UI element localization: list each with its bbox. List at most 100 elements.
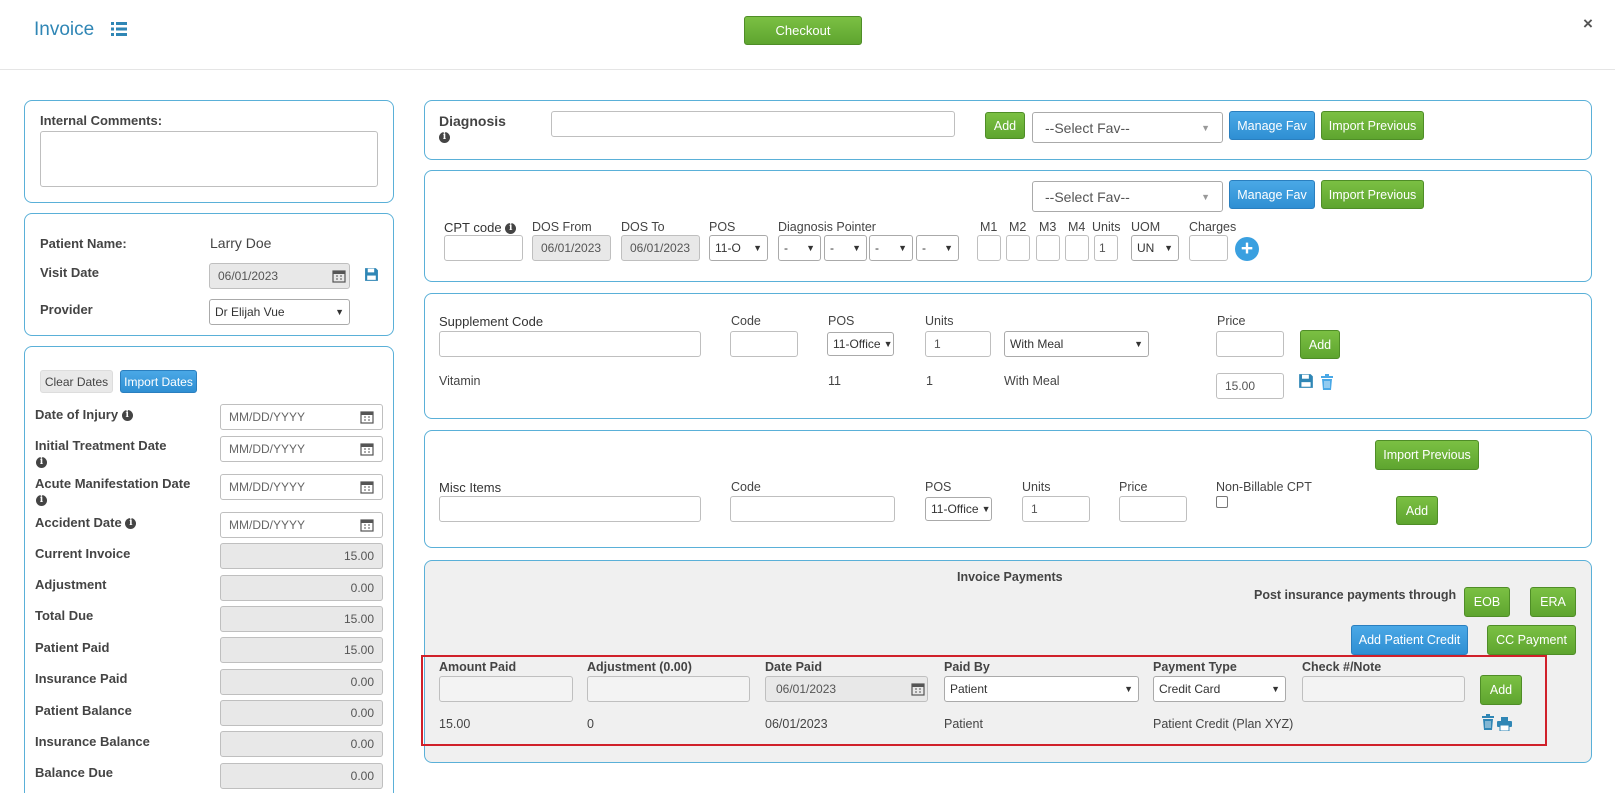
chevron-down-icon: ▼ (1271, 684, 1280, 694)
clear-dates-button[interactable]: Clear Dates (40, 370, 113, 393)
supplement-units-input[interactable]: 1 (925, 331, 991, 357)
chevron-down-icon: ▼ (1124, 684, 1133, 694)
eob-button[interactable]: EOB (1464, 587, 1510, 617)
supplement-pos-select[interactable]: 11-Office ▼ (827, 332, 894, 356)
cpt-units-input[interactable]: 1 (1094, 235, 1118, 261)
trash-icon[interactable] (1320, 374, 1334, 390)
accident-date-input[interactable]: MM/DD/YYYY (220, 512, 383, 538)
supplement-code-input[interactable] (439, 331, 701, 357)
initial-treatment-input[interactable]: MM/DD/YYYY (220, 436, 383, 462)
balance-due-value: 0.00 (220, 763, 383, 789)
paid-by-select[interactable]: Patient ▼ (944, 676, 1139, 702)
date-of-injury-input[interactable]: MM/DD/YYYY (220, 404, 383, 430)
diagnosis-input[interactable] (551, 111, 955, 137)
m1-input[interactable] (977, 235, 1001, 261)
misc-items-input[interactable] (439, 496, 701, 522)
supplement-price-input[interactable] (1216, 331, 1284, 357)
diagnosis-add-button[interactable]: Add (985, 112, 1025, 139)
calendar-icon[interactable] (360, 518, 374, 532)
payment-row-adjustment: 0 (587, 717, 594, 731)
info-icon[interactable]: i (36, 495, 47, 506)
payment-type-select[interactable]: Credit Card ▼ (1153, 676, 1286, 702)
date-paid-label: Date Paid (765, 660, 822, 674)
comments-label: Internal Comments: (40, 113, 163, 128)
post-insurance-label: Post insurance payments through (1254, 588, 1457, 602)
calendar-icon[interactable] (360, 480, 374, 494)
cpt-fav-select[interactable]: --Select Fav-- ▼ (1032, 181, 1223, 212)
calendar-icon[interactable] (332, 269, 346, 283)
dos-from-input[interactable]: 06/01/2023 (532, 235, 611, 261)
amount-paid-input[interactable] (439, 676, 573, 702)
save-icon[interactable] (1298, 373, 1314, 389)
provider-select[interactable]: Dr Elijah Vue ▼ (209, 299, 350, 325)
supplement-code2-input[interactable] (730, 331, 798, 357)
info-icon[interactable]: i (125, 518, 137, 530)
payment-adjustment-input[interactable] (587, 676, 750, 702)
pointer-select-1[interactable]: - ▼ (778, 235, 821, 261)
misc-price-input[interactable] (1119, 496, 1187, 522)
info-icon[interactable]: i (505, 223, 517, 235)
info-icon[interactable]: i (121, 410, 133, 422)
cpt-manage-fav-button[interactable]: Manage Fav (1229, 180, 1315, 209)
supplement-code-label: Supplement Code (439, 314, 544, 329)
m4-input[interactable] (1065, 235, 1089, 261)
calendar-icon[interactable] (360, 410, 374, 424)
list-icon[interactable] (111, 21, 127, 37)
cpt-import-previous-button[interactable]: Import Previous (1321, 180, 1424, 209)
visit-date-input[interactable]: 06/01/2023 (209, 263, 350, 289)
info-icon[interactable]: i (439, 132, 450, 143)
check-note-label: Check #/Note (1302, 660, 1382, 674)
cpt-code-input[interactable] (444, 235, 523, 261)
import-dates-button[interactable]: Import Dates (120, 370, 197, 393)
supplement-row-price-input[interactable]: 15.00 (1216, 373, 1284, 399)
insurance-balance-value: 0.00 (220, 731, 383, 757)
calendar-icon[interactable] (360, 442, 374, 456)
pointer-select-4[interactable]: - ▼ (916, 235, 959, 261)
pointer-select-2[interactable]: - ▼ (824, 235, 867, 261)
diagnosis-fav-select[interactable]: --Select Fav-- ▼ (1032, 112, 1223, 143)
info-icon[interactable]: i (36, 457, 47, 468)
misc-pos-select[interactable]: 11-Office ▼ (925, 497, 992, 521)
current-invoice-label: Current Invoice (35, 546, 131, 561)
check-note-input[interactable] (1302, 676, 1465, 702)
supplement-row-name: Vitamin (439, 374, 481, 388)
misc-items-label: Misc Items (439, 480, 502, 495)
date-paid-input[interactable]: 06/01/2023 (765, 676, 928, 702)
add-patient-credit-button[interactable]: Add Patient Credit (1351, 625, 1468, 655)
diagnosis-import-previous-button[interactable]: Import Previous (1321, 111, 1424, 140)
m3-input[interactable] (1036, 235, 1060, 261)
misc-import-previous-button[interactable]: Import Previous (1375, 440, 1479, 470)
adjustment-col-label: Adjustment (0.00) (587, 660, 692, 674)
page-title: Invoice (34, 19, 95, 40)
misc-code-input[interactable] (730, 496, 895, 522)
dos-to-input[interactable]: 06/01/2023 (621, 235, 700, 261)
acute-manifestation-input[interactable]: MM/DD/YYYY (220, 474, 383, 500)
m2-input[interactable] (1006, 235, 1030, 261)
add-cpt-icon[interactable]: + (1235, 237, 1259, 261)
uom-select[interactable]: UN ▼ (1131, 235, 1179, 261)
diagnosis-manage-fav-button[interactable]: Manage Fav (1229, 111, 1315, 140)
misc-units-input[interactable]: 1 (1022, 496, 1090, 522)
save-icon[interactable] (364, 267, 379, 282)
misc-add-button[interactable]: Add (1396, 496, 1438, 525)
charges-input[interactable] (1189, 235, 1228, 261)
cc-payment-button[interactable]: CC Payment (1487, 625, 1576, 655)
trash-icon[interactable] (1481, 714, 1495, 730)
supplement-add-button[interactable]: Add (1300, 330, 1340, 359)
cpt-pos-select[interactable]: 11-O ▼ (709, 235, 768, 261)
patient-name-label: Patient Name: (40, 236, 127, 251)
supplement-meal-select[interactable]: With Meal ▼ (1004, 331, 1149, 357)
payment-row-date: 06/01/2023 (765, 717, 828, 731)
payment-row-paid-by: Patient (944, 717, 983, 731)
misc-price-label: Price (1119, 480, 1148, 494)
checkout-button[interactable]: Checkout (744, 16, 862, 45)
era-button[interactable]: ERA (1530, 587, 1576, 617)
pointer-select-3[interactable]: - ▼ (869, 235, 913, 261)
calendar-icon[interactable] (911, 682, 925, 696)
payment-add-button[interactable]: Add (1480, 675, 1522, 705)
cpt-pos-label: POS (709, 220, 736, 234)
non-billable-checkbox[interactable] (1216, 496, 1228, 508)
close-icon[interactable]: × (1583, 14, 1593, 34)
comments-textarea[interactable] (40, 131, 378, 187)
print-icon[interactable] (1497, 717, 1512, 731)
